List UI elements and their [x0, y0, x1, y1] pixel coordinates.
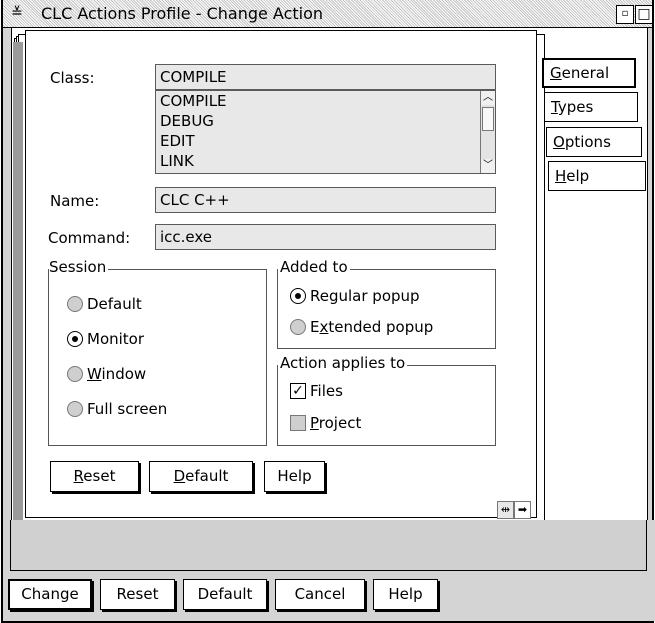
- listbox-scrollbar[interactable]: ︿ ﹀: [480, 91, 495, 173]
- name-label: Name:: [50, 192, 100, 210]
- window-title: CLC Actions Profile - Change Action: [41, 4, 324, 23]
- list-item[interactable]: EDIT: [156, 131, 495, 151]
- reset-button[interactable]: Reset: [100, 579, 175, 610]
- session-group-title: Session: [49, 258, 109, 276]
- tab-general[interactable]: General: [542, 58, 636, 88]
- previous-page-icon[interactable]: ⇹: [497, 501, 514, 519]
- next-page-icon[interactable]: ➡: [514, 501, 531, 519]
- radio-label: Monitor: [87, 330, 145, 348]
- tab-options[interactable]: Options: [546, 127, 642, 157]
- session-default-radio[interactable]: Default: [67, 295, 142, 313]
- command-label: Command:: [48, 229, 131, 247]
- radio-label: Default: [87, 295, 142, 313]
- radio-indicator: [67, 296, 83, 312]
- dialog-window: ≚ CLC Actions Profile - Change Action ▫ …: [1, 0, 655, 623]
- list-item[interactable]: LINK: [156, 151, 495, 171]
- extended-popup-radio[interactable]: Extended popup: [290, 318, 433, 336]
- class-listbox[interactable]: COMPILE DEBUG EDIT LINK ︿ ﹀: [155, 90, 496, 174]
- page-help-button[interactable]: Help: [264, 461, 325, 492]
- help-button[interactable]: Help: [373, 579, 438, 610]
- added-to-group: Added to Regular popup Extended popup: [277, 258, 496, 349]
- added-to-group-title: Added to: [278, 258, 350, 276]
- list-item[interactable]: DEBUG: [156, 111, 495, 131]
- tab-help[interactable]: Help: [548, 161, 646, 191]
- tab-types[interactable]: Types: [544, 92, 638, 122]
- page-reset-button[interactable]: Reset: [50, 461, 139, 492]
- session-full-screen-radio[interactable]: Full screen: [67, 400, 167, 418]
- session-group: Session Default Monitor Window Full scre…: [48, 258, 267, 446]
- minimize-icon[interactable]: ▫: [616, 5, 634, 24]
- default-button[interactable]: Default: [183, 579, 267, 610]
- radio-label: Extended popup: [310, 318, 434, 336]
- checkbox-label: Files: [310, 382, 343, 400]
- cancel-button[interactable]: Cancel: [275, 579, 365, 610]
- radio-indicator: [67, 366, 83, 382]
- system-menu-icon[interactable]: ≚: [7, 5, 27, 24]
- radio-indicator: [290, 288, 306, 304]
- session-window-radio[interactable]: Window: [67, 365, 146, 383]
- page-nav-arrows: ⇹ ➡: [497, 501, 531, 519]
- radio-label: Window: [87, 365, 147, 383]
- change-button[interactable]: Change: [8, 579, 92, 610]
- session-monitor-radio[interactable]: Monitor: [67, 330, 144, 348]
- radio-label: Regular popup: [310, 287, 420, 305]
- radio-indicator: [67, 401, 83, 417]
- radio-indicator: [290, 319, 306, 335]
- applies-to-group: Action applies to ✓ Files Project: [277, 354, 496, 446]
- radio-label: Full screen: [87, 400, 168, 418]
- regular-popup-radio[interactable]: Regular popup: [290, 287, 420, 305]
- scroll-up-icon[interactable]: ︿: [481, 91, 495, 105]
- maximize-icon[interactable]: □: [635, 5, 653, 24]
- class-entry-field[interactable]: COMPILE: [155, 64, 496, 90]
- class-label: Class:: [50, 69, 95, 87]
- title-bar[interactable]: ≚ CLC Actions Profile - Change Action ▫ …: [3, 0, 653, 28]
- list-item[interactable]: COMPILE: [156, 91, 495, 111]
- checkbox-label: Project: [310, 414, 362, 432]
- check-icon: ✓: [290, 383, 306, 399]
- notebook-page-general: Class: COMPILE COMPILE DEBUG EDIT LINK ︿…: [25, 30, 537, 519]
- radio-indicator: [67, 331, 83, 347]
- project-checkbox[interactable]: Project: [290, 414, 361, 432]
- name-field[interactable]: CLC C++: [155, 187, 496, 213]
- scroll-down-icon[interactable]: ﹀: [481, 159, 495, 173]
- dialog-button-bar: Change Reset Default Cancel Help: [3, 520, 655, 621]
- files-checkbox[interactable]: ✓ Files: [290, 382, 343, 400]
- page-default-button[interactable]: Default: [149, 461, 253, 492]
- checkbox-indicator: [290, 415, 306, 431]
- applies-to-group-title: Action applies to: [278, 354, 408, 372]
- scroll-thumb[interactable]: [482, 107, 494, 131]
- command-field[interactable]: icc.exe: [155, 224, 496, 250]
